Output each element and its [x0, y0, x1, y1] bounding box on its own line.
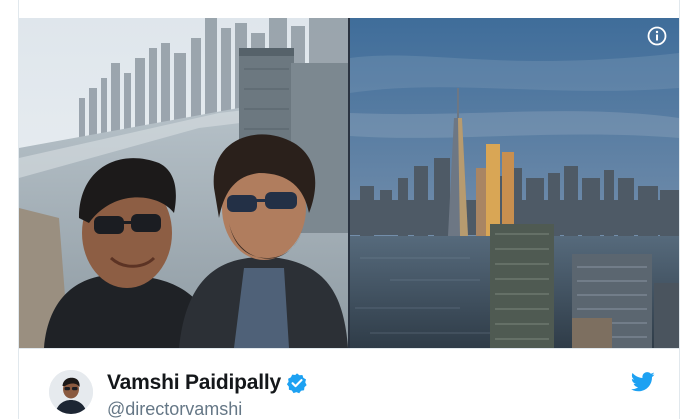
- avatar[interactable]: [49, 370, 93, 414]
- author-handle[interactable]: @directorvamshi: [107, 399, 242, 420]
- info-icon[interactable]: [647, 26, 667, 46]
- skyline-photo[interactable]: [350, 18, 679, 348]
- selfie-photo[interactable]: [19, 18, 348, 348]
- tweet-author-row: Vamshi Paidipally @directorvamshi: [19, 348, 679, 420]
- author-name[interactable]: Vamshi Paidipally: [107, 371, 281, 395]
- verified-badge-icon: [286, 373, 307, 394]
- tweet-card: Vamshi Paidipally @directorvamshi: [18, 0, 680, 420]
- tweet-media[interactable]: [19, 18, 679, 348]
- twitter-bird-icon[interactable]: [631, 371, 655, 393]
